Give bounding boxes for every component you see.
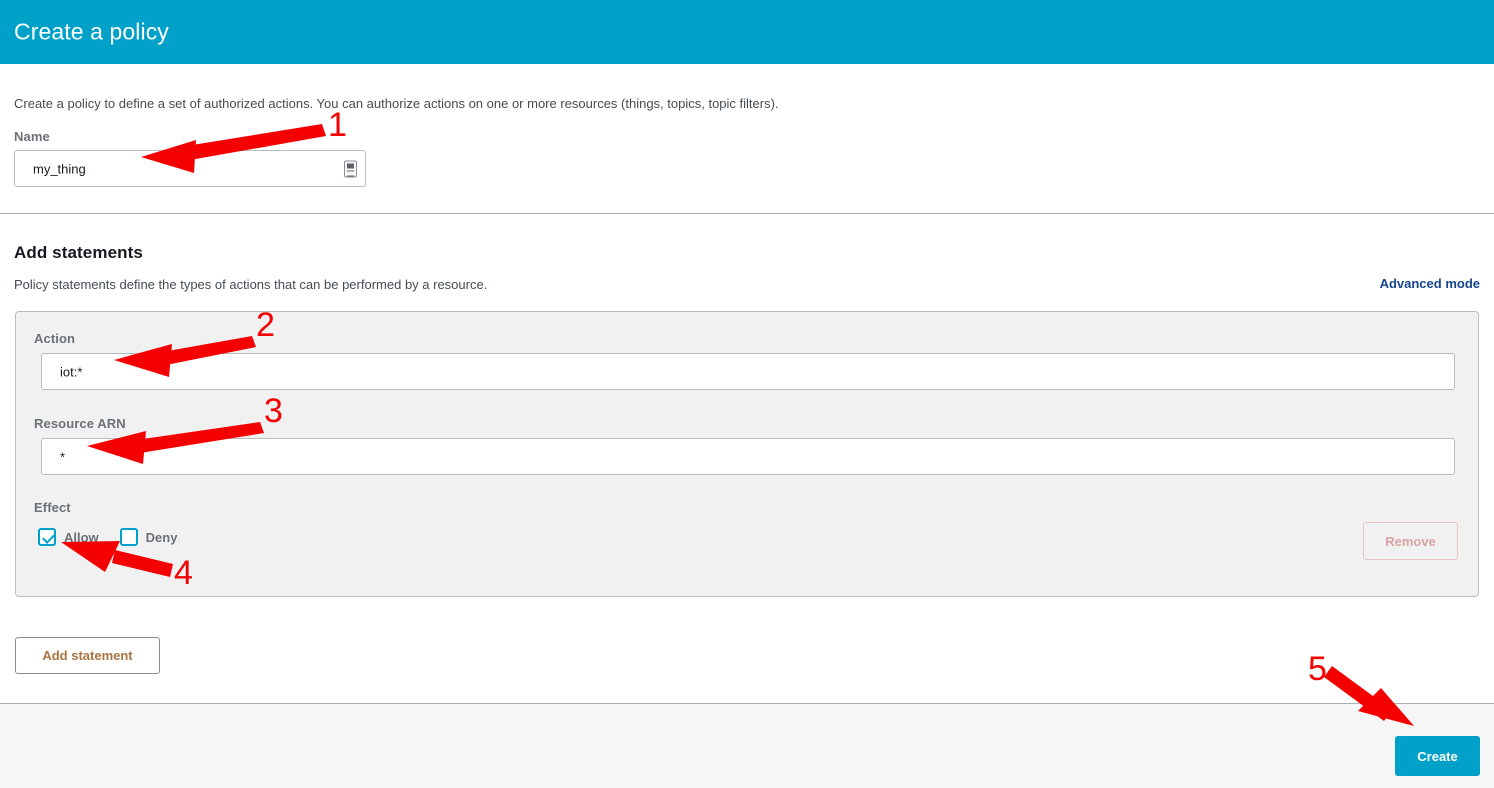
advanced-mode-link[interactable]: Advanced mode: [1380, 276, 1480, 291]
add-statements-description: Policy statements define the types of ac…: [14, 277, 488, 292]
create-policy-page: Create a policy Create a policy to defin…: [0, 0, 1494, 788]
effect-checkbox-group: Allow Deny: [38, 528, 198, 546]
page-header: Create a policy: [0, 0, 1494, 64]
deny-checkbox-box[interactable]: [119, 528, 138, 546]
effect-field-label: Effect: [34, 500, 71, 515]
name-input[interactable]: my_thing: [14, 150, 366, 187]
page-title: Create a policy: [14, 18, 169, 45]
allow-checkbox-label: Allow: [64, 529, 99, 545]
remove-statement-button[interactable]: Remove: [1363, 522, 1458, 560]
intro-description: Create a policy to define a set of autho…: [14, 96, 779, 111]
annotation-number-1: 1: [328, 106, 347, 144]
name-field-label: Name: [14, 129, 50, 144]
create-button[interactable]: Create: [1395, 736, 1480, 776]
action-input[interactable]: iot:*: [41, 353, 1455, 390]
add-statements-title: Add statements: [14, 243, 143, 262]
form-fill-icon[interactable]: [344, 160, 357, 177]
resource-arn-input[interactable]: *: [41, 438, 1455, 475]
allow-checkbox[interactable]: Allow: [38, 528, 99, 546]
resource-arn-field-label: Resource ARN: [34, 416, 126, 431]
deny-checkbox-label: Deny: [145, 529, 178, 545]
allow-checkbox-box[interactable]: [38, 528, 56, 546]
action-field-label: Action: [34, 331, 76, 346]
resource-arn-input-value: *: [60, 449, 66, 464]
deny-checkbox[interactable]: Deny: [119, 528, 178, 546]
add-statement-button[interactable]: Add statement: [15, 637, 160, 674]
section-divider-top: [0, 213, 1494, 214]
statement-panel: Action iot:* Resource ARN * Effect Allow…: [15, 311, 1479, 597]
annotation-number-5: 5: [1308, 650, 1327, 688]
action-input-value: iot:*: [60, 364, 83, 379]
footer-bar: Create: [0, 704, 1494, 788]
name-input-value: my_thing: [33, 161, 86, 176]
